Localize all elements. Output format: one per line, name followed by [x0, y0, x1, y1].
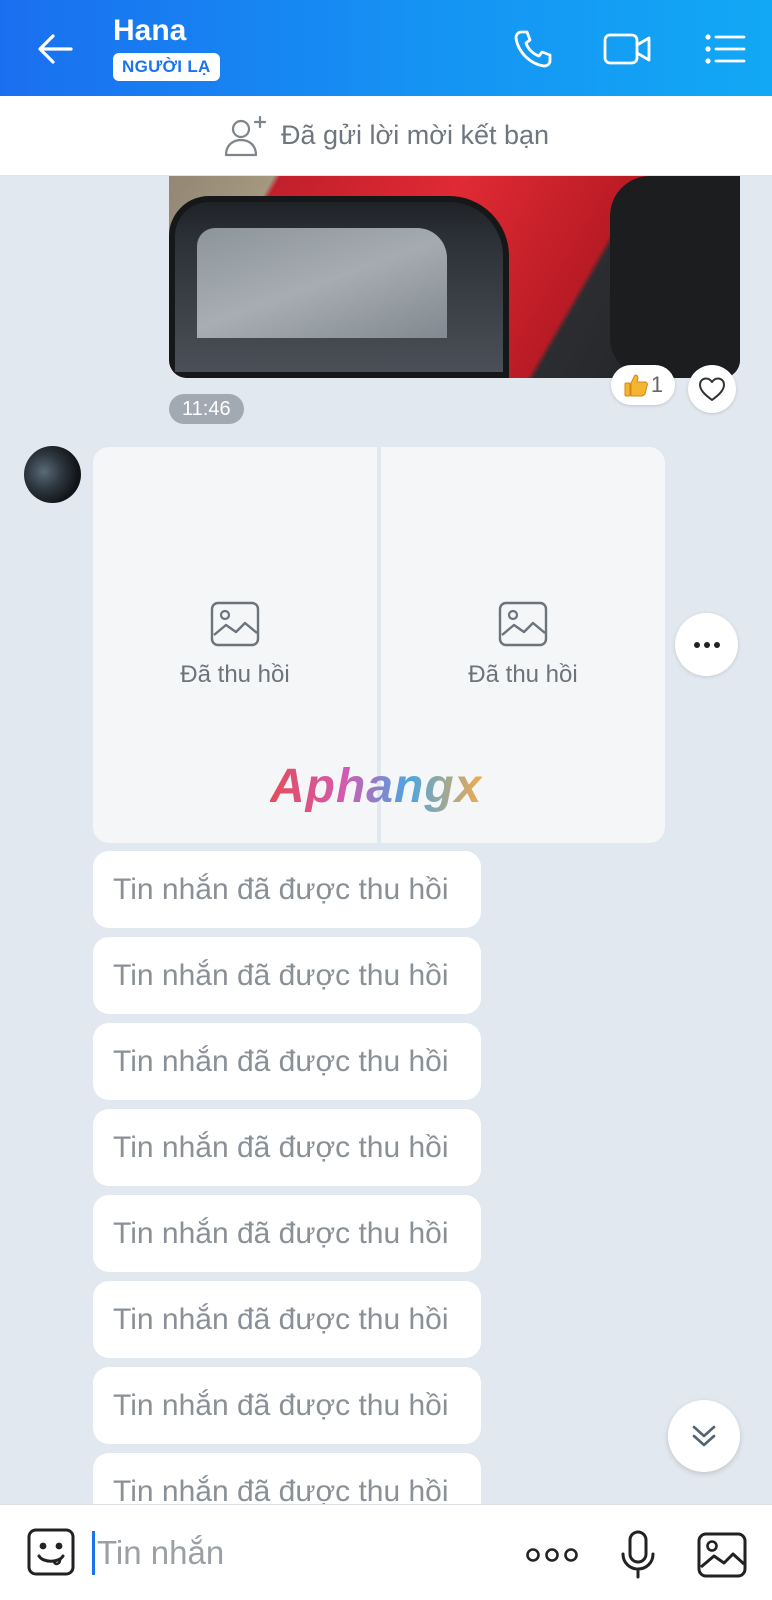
video-camera-icon	[603, 33, 651, 65]
image-icon	[498, 601, 548, 647]
arrow-left-icon	[38, 34, 73, 64]
phone-icon	[514, 30, 552, 68]
user-plus-icon	[224, 115, 267, 156]
recalled-message[interactable]: Tin nhắn đã được thu hồi	[93, 851, 481, 928]
message-input-placeholder: Tin nhắn	[97, 1534, 225, 1571]
avatar[interactable]	[24, 446, 81, 503]
message-list[interactable]: 1 11:46 Đã thu hồi Đã thu hồi Aphangx Ti…	[0, 176, 772, 1504]
scroll-to-bottom-button[interactable]	[668, 1400, 740, 1472]
reaction-summary[interactable]: 1	[611, 365, 675, 405]
sticker-icon	[27, 1528, 75, 1576]
stranger-badge: NGƯỜI LẠ	[113, 53, 220, 81]
react-heart-button[interactable]	[688, 365, 736, 413]
menu-button[interactable]	[700, 24, 750, 74]
message-timestamp: 11:46	[169, 394, 244, 424]
message-composer: Tin nhắn	[0, 1504, 772, 1600]
video-call-button[interactable]	[602, 24, 652, 74]
sticker-button[interactable]	[26, 1527, 76, 1577]
back-button[interactable]	[30, 24, 80, 74]
text-caret	[92, 1531, 95, 1575]
more-horizontal-icon	[693, 641, 720, 648]
sent-photo[interactable]	[169, 176, 740, 378]
contact-name[interactable]: Hana	[113, 14, 186, 48]
list-menu-icon	[705, 34, 746, 64]
voice-call-button[interactable]	[508, 24, 558, 74]
gallery-button[interactable]	[694, 1527, 750, 1583]
reaction-count: 1	[650, 372, 664, 397]
message-options-button[interactable]	[675, 613, 738, 676]
thumbs-up-icon	[624, 374, 648, 397]
composer-more-button[interactable]	[524, 1527, 580, 1583]
recalled-message[interactable]: Tin nhắn đã được thu hồi	[93, 1195, 481, 1272]
friend-request-text: Đã gửi lời mời kết bạn	[280, 120, 550, 150]
recalled-message[interactable]: Tin nhắn đã được thu hồi	[93, 1023, 481, 1100]
image-icon	[210, 601, 260, 647]
photo-handle-shape	[610, 176, 740, 378]
recalled-message[interactable]: Tin nhắn đã được thu hồi	[93, 1367, 481, 1444]
watermark-logo: Aphangx	[270, 760, 483, 813]
double-chevron-down-icon	[692, 1425, 716, 1447]
voice-message-button[interactable]	[610, 1527, 666, 1583]
chat-header: Hana NGƯỜI LẠ	[0, 0, 772, 96]
recalled-message[interactable]: Tin nhắn đã được thu hồi	[93, 1109, 481, 1186]
gallery-icon	[697, 1532, 747, 1578]
photo-screen-shape	[197, 228, 447, 338]
microphone-icon	[621, 1530, 655, 1579]
recalled-image-label: Đã thu hồi	[468, 661, 578, 688]
recalled-message[interactable]: Tin nhắn đã được thu hồi	[93, 1281, 481, 1358]
friend-request-status-bar: Đã gửi lời mời kết bạn	[0, 96, 772, 176]
recalled-image-label: Đã thu hồi	[180, 661, 290, 688]
heart-icon	[699, 377, 725, 401]
message-input[interactable]: Tin nhắn	[92, 1523, 492, 1583]
recalled-message[interactable]: Tin nhắn đã được thu hồi	[93, 937, 481, 1014]
ellipsis-icon	[526, 1548, 578, 1562]
recalled-message[interactable]: Tin nhắn đã được thu hồi	[93, 1453, 481, 1504]
